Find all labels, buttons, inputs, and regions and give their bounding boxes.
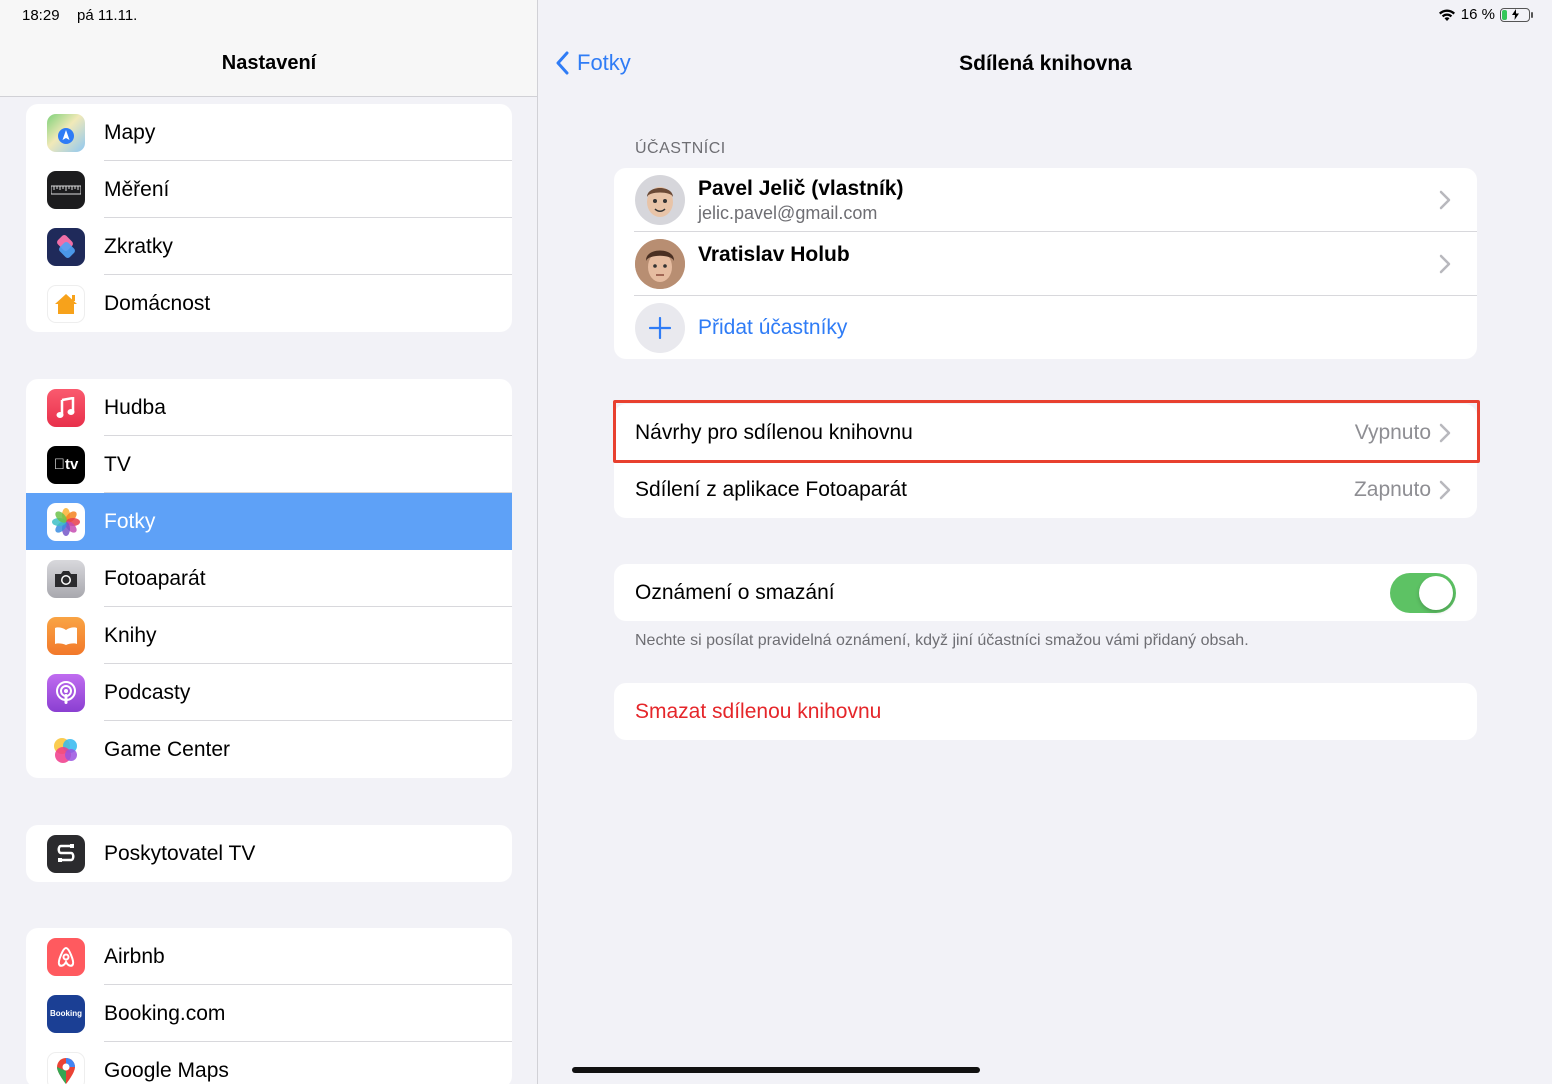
sidebar-item-airbnb[interactable]: Airbnb bbox=[26, 928, 512, 985]
sidebar-item-fotky[interactable]: Fotky bbox=[26, 493, 512, 550]
game-center-icon bbox=[47, 730, 85, 769]
sidebar-item-label: Knihy bbox=[104, 623, 157, 647]
deletion-notice-row: Oznámení o smazání bbox=[614, 564, 1477, 621]
sidebar-group-third-party: Airbnb Booking Booking.com Google Maps bbox=[26, 928, 512, 1084]
sidebar-item-google-maps[interactable]: Google Maps bbox=[26, 1042, 512, 1084]
chevron-right-icon bbox=[1439, 423, 1451, 442]
booking-icon: Booking bbox=[47, 994, 85, 1033]
sidebar-item-label: Mapy bbox=[104, 120, 156, 144]
page-title: Sdílená knihovna bbox=[959, 52, 1132, 75]
books-icon bbox=[47, 616, 85, 655]
deletion-notice-card: Oznámení o smazání bbox=[614, 564, 1477, 621]
sidebar-item-podcasty[interactable]: Podcasty bbox=[26, 664, 512, 721]
sidebar-item-label: Google Maps bbox=[104, 1058, 229, 1082]
home-icon bbox=[47, 284, 85, 323]
sidebar-item-label: Zkratky bbox=[104, 234, 173, 258]
battery-icon bbox=[1500, 7, 1533, 22]
participant-name: Vratislav Holub bbox=[698, 243, 850, 266]
participant-name: Pavel Jelič (vlastník) bbox=[698, 176, 904, 200]
shared-library-detail: Fotky Sdílená knihovna ÚČASTNÍCI Pavel J… bbox=[539, 0, 1552, 1084]
avatar bbox=[635, 239, 685, 289]
sidebar-item-game-center[interactable]: Game Center bbox=[26, 721, 512, 778]
photos-icon bbox=[47, 502, 85, 541]
chevron-right-icon bbox=[1439, 254, 1451, 274]
participant-email: jelic.pavel@gmail.com bbox=[698, 202, 878, 223]
sidebar-item-tv[interactable]: tv TV bbox=[26, 436, 512, 493]
delete-library-button[interactable]: Smazat sdílenou knihovnu bbox=[614, 683, 1477, 740]
shortcuts-icon bbox=[47, 227, 85, 266]
sidebar-item-zkratky[interactable]: Zkratky bbox=[26, 218, 512, 275]
camera-sharing-value: Zapnuto bbox=[1353, 477, 1431, 501]
tv-provider-icon bbox=[47, 834, 85, 873]
add-participants-button[interactable]: Přidat účastníky bbox=[614, 296, 1477, 359]
tv-icon: tv bbox=[47, 445, 85, 484]
sidebar-item-label: Podcasty bbox=[104, 680, 191, 704]
airbnb-icon bbox=[47, 937, 85, 976]
status-time: 18:29 bbox=[22, 7, 60, 24]
plus-icon bbox=[635, 302, 685, 353]
suggestions-row[interactable]: Návrhy pro sdílenou knihovnu Vypnuto bbox=[614, 404, 1477, 461]
participants-header: ÚČASTNÍCI bbox=[635, 140, 726, 157]
deletion-notice-toggle[interactable] bbox=[1390, 572, 1456, 613]
chevron-right-icon bbox=[1439, 480, 1451, 499]
maps-icon bbox=[47, 113, 85, 152]
suggestions-label: Návrhy pro sdílenou knihovnu bbox=[635, 420, 913, 444]
sidebar-group-tv-provider: Poskytovatel TV bbox=[26, 825, 512, 882]
sidebar-group-apple-apps-1: Mapy Měření Zkratky Domácnost bbox=[26, 104, 512, 332]
delete-library-label: Smazat sdílenou knihovnu bbox=[635, 699, 882, 723]
status-date: pá 11.11. bbox=[77, 7, 138, 24]
sidebar-item-label: TV bbox=[104, 452, 131, 476]
delete-library-card: Smazat sdílenou knihovnu bbox=[614, 683, 1477, 740]
sidebar-item-label: Hudba bbox=[104, 395, 166, 419]
status-indicators: 16 % bbox=[1438, 6, 1533, 23]
settings-sidebar: Nastavení Mapy Měření Zkratky Domácnost … bbox=[0, 0, 538, 1084]
suggestions-value: Vypnuto bbox=[1354, 420, 1431, 444]
deletion-notice-label: Oznámení o smazání bbox=[635, 580, 835, 604]
sidebar-item-mereni[interactable]: Měření bbox=[26, 161, 512, 218]
sidebar-item-label: Airbnb bbox=[104, 944, 165, 968]
add-participants-label: Přidat účastníky bbox=[698, 315, 848, 339]
camera-sharing-row[interactable]: Sdílení z aplikace Fotoaparát Zapnuto bbox=[614, 461, 1477, 518]
sidebar-item-label: Měření bbox=[104, 177, 170, 201]
sidebar-item-label: Fotky bbox=[104, 509, 156, 533]
sharing-settings-card: Návrhy pro sdílenou knihovnu Vypnuto Sdí… bbox=[614, 404, 1477, 518]
sidebar-title: Nastavení bbox=[221, 52, 317, 74]
sidebar-item-hudba[interactable]: Hudba bbox=[26, 379, 512, 436]
participant-row-owner[interactable]: Pavel Jelič (vlastník) jelic.pavel@gmail… bbox=[614, 168, 1477, 232]
sidebar-item-domacnost[interactable]: Domácnost bbox=[26, 275, 512, 332]
sidebar-group-apple-apps-2: Hudba tv TV bbox=[26, 379, 512, 778]
deletion-notice-footnote: Nechte si posílat pravidelná oznámení, k… bbox=[635, 632, 1249, 649]
wifi-icon bbox=[1438, 9, 1455, 21]
sidebar-item-booking[interactable]: Booking Booking.com bbox=[26, 985, 512, 1042]
camera-icon bbox=[47, 559, 85, 598]
sidebar-item-poskytovatel-tv[interactable]: Poskytovatel TV bbox=[26, 825, 512, 882]
sidebar-item-mapy[interactable]: Mapy bbox=[26, 104, 512, 161]
chevron-right-icon bbox=[1439, 190, 1451, 210]
sidebar-item-label: Domácnost bbox=[104, 291, 211, 315]
sidebar-item-label: Game Center bbox=[104, 737, 231, 761]
music-icon bbox=[47, 388, 85, 427]
google-maps-icon bbox=[47, 1051, 85, 1084]
sidebar-item-label: Booking.com bbox=[104, 1001, 226, 1025]
status-bar: 18:29 pá 11.11. 16 % bbox=[0, 0, 1552, 30]
podcasts-icon bbox=[47, 673, 85, 712]
battery-percent: 16 % bbox=[1460, 6, 1495, 23]
participants-card: Pavel Jelič (vlastník) jelic.pavel@gmail… bbox=[614, 168, 1477, 359]
sidebar-item-label: Fotoaparát bbox=[104, 566, 206, 590]
participant-row-member[interactable]: Vratislav Holub bbox=[614, 232, 1477, 296]
sidebar-item-fotoaparat[interactable]: Fotoaparát bbox=[26, 550, 512, 607]
home-indicator[interactable] bbox=[572, 1067, 980, 1073]
sidebar-item-label: Poskytovatel TV bbox=[104, 841, 256, 865]
avatar bbox=[635, 175, 685, 225]
measure-icon bbox=[47, 170, 85, 209]
sidebar-item-knihy[interactable]: Knihy bbox=[26, 607, 512, 664]
camera-sharing-label: Sdílení z aplikace Fotoaparát bbox=[635, 477, 907, 501]
